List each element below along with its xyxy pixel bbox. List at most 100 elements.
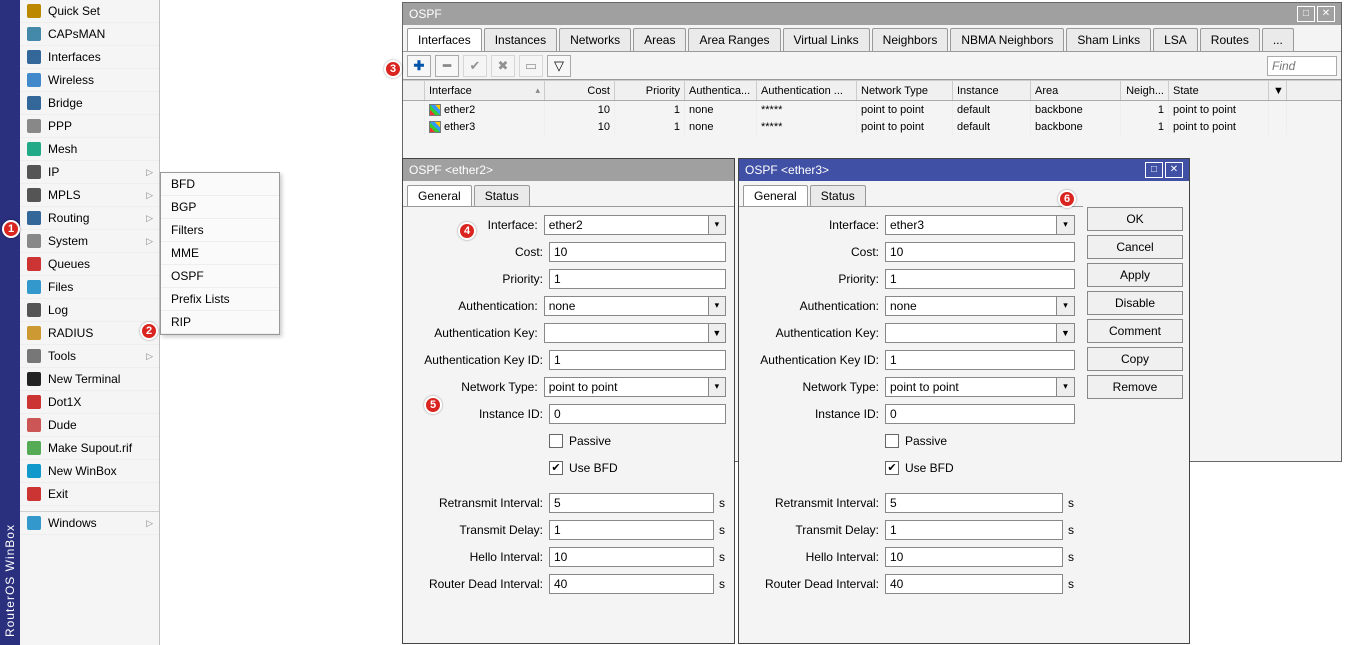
column-header[interactable]: ▼ [1269,81,1287,100]
sidebar-item-system[interactable]: System ▷ [20,230,159,253]
form-input[interactable] [885,493,1063,513]
form-input[interactable] [885,377,1057,397]
tab--[interactable]: ... [1262,28,1294,51]
tab-routes[interactable]: Routes [1200,28,1260,51]
form-input[interactable] [885,574,1063,594]
dropdown-icon[interactable]: ▼ [1057,323,1075,343]
find-input[interactable] [1267,56,1337,76]
remove-button[interactable]: Remove [1087,375,1183,399]
copy-button[interactable]: Copy [1087,347,1183,371]
sidebar-item-ip[interactable]: IP ▷ [20,161,159,184]
form-input[interactable] [885,547,1063,567]
tab-lsa[interactable]: LSA [1153,28,1198,51]
sidebar-item-files[interactable]: Files [20,276,159,299]
sidebar-item-quick-set[interactable]: Quick Set [20,0,159,23]
checkbox[interactable] [549,434,563,448]
sidebar-item-mpls[interactable]: MPLS ▷ [20,184,159,207]
form-input[interactable] [549,269,726,289]
form-input[interactable] [885,350,1075,370]
form-input[interactable] [544,323,709,343]
tab-networks[interactable]: Networks [559,28,631,51]
tab-nbma-neighbors[interactable]: NBMA Neighbors [950,28,1064,51]
tab-interfaces[interactable]: Interfaces [407,28,482,51]
column-header[interactable]: Interface ▴ [425,81,545,100]
sidebar-item-windows[interactable]: Windows▷ [20,512,159,535]
disable-button[interactable]: ✖ [491,55,515,77]
submenu-item-mme[interactable]: MME [161,242,279,265]
form-input[interactable] [544,296,709,316]
close-icon[interactable]: ✕ [1317,6,1335,22]
sidebar-item-bridge[interactable]: Bridge [20,92,159,115]
minimize-icon[interactable]: □ [1145,162,1163,178]
form-input[interactable] [549,547,714,567]
column-header[interactable]: Area [1031,81,1121,100]
submenu-item-rip[interactable]: RIP [161,311,279,334]
submenu-item-prefix-lists[interactable]: Prefix Lists [161,288,279,311]
submenu-item-bfd[interactable]: BFD [161,173,279,196]
sidebar-item-capsman[interactable]: CAPsMAN [20,23,159,46]
tab-instances[interactable]: Instances [484,28,557,51]
comment-button[interactable]: Comment [1087,319,1183,343]
ospf-titlebar[interactable]: OSPF □ ✕ [403,3,1341,25]
column-header[interactable]: Instance [953,81,1031,100]
sidebar-item-new-winbox[interactable]: New WinBox [20,460,159,483]
apply-button[interactable]: Apply [1087,263,1183,287]
cancel-button[interactable]: Cancel [1087,235,1183,259]
form-input[interactable] [885,242,1075,262]
sidebar-item-radius[interactable]: RADIUS [20,322,159,345]
dropdown-icon[interactable]: ▾ [1057,296,1075,316]
sidebar-item-exit[interactable]: Exit [20,483,159,506]
dropdown-icon[interactable]: ▾ [709,296,726,316]
submenu-item-ospf[interactable]: OSPF [161,265,279,288]
tab-virtual-links[interactable]: Virtual Links [783,28,870,51]
sidebar-item-dude[interactable]: Dude [20,414,159,437]
checkbox[interactable] [885,434,899,448]
sidebar-item-log[interactable]: Log [20,299,159,322]
form-input[interactable] [885,269,1075,289]
column-header[interactable]: Cost [545,81,615,100]
minimize-icon[interactable]: □ [1297,6,1315,22]
close-icon[interactable]: ✕ [1165,162,1183,178]
ok-button[interactable]: OK [1087,207,1183,231]
checkbox[interactable]: ✔ [549,461,563,475]
dialog-titlebar-ether3[interactable]: OSPF <ether3> □ ✕ [739,159,1189,181]
dialog-titlebar-ether2[interactable]: OSPF <ether2> [403,159,734,181]
form-input[interactable] [549,242,726,262]
sidebar-item-new-terminal[interactable]: New Terminal [20,368,159,391]
dropdown-icon[interactable]: ▾ [709,215,726,235]
dropdown-icon[interactable]: ▼ [709,323,726,343]
tab-neighbors[interactable]: Neighbors [872,28,949,51]
form-input[interactable] [885,323,1057,343]
form-input[interactable] [549,350,726,370]
add-button[interactable]: ✚ [407,55,431,77]
checkbox[interactable]: ✔ [885,461,899,475]
form-input[interactable] [549,574,714,594]
table-row[interactable]: ether3101none*****point to pointdefaultb… [403,118,1341,135]
sidebar-item-tools[interactable]: Tools ▷ [20,345,159,368]
sidebar-item-wireless[interactable]: Wireless [20,69,159,92]
remove-button[interactable]: ━ [435,55,459,77]
form-input[interactable] [885,404,1075,424]
form-input[interactable] [544,377,709,397]
comment-button[interactable]: ▭ [519,55,543,77]
disable-button[interactable]: Disable [1087,291,1183,315]
sidebar-item-ppp[interactable]: PPP [20,115,159,138]
form-input[interactable] [885,520,1063,540]
sidebar-item-interfaces[interactable]: Interfaces [20,46,159,69]
enable-button[interactable]: ✔ [463,55,487,77]
column-header[interactable]: Network Type [857,81,953,100]
tab-areas[interactable]: Areas [633,28,686,51]
tab-general[interactable]: General [743,185,808,206]
tab-area-ranges[interactable]: Area Ranges [688,28,780,51]
tab-status[interactable]: Status [810,185,866,206]
column-header[interactable]: State [1169,81,1269,100]
column-header[interactable]: Authentica... [685,81,757,100]
column-header[interactable]: Authentication ... [757,81,857,100]
dropdown-icon[interactable]: ▾ [1057,377,1075,397]
filter-button[interactable]: ▽ [547,55,571,77]
form-input[interactable] [549,493,714,513]
sidebar-item-make-supout-rif[interactable]: Make Supout.rif [20,437,159,460]
form-input[interactable] [544,215,709,235]
tab-status[interactable]: Status [474,185,530,206]
form-input[interactable] [549,404,726,424]
